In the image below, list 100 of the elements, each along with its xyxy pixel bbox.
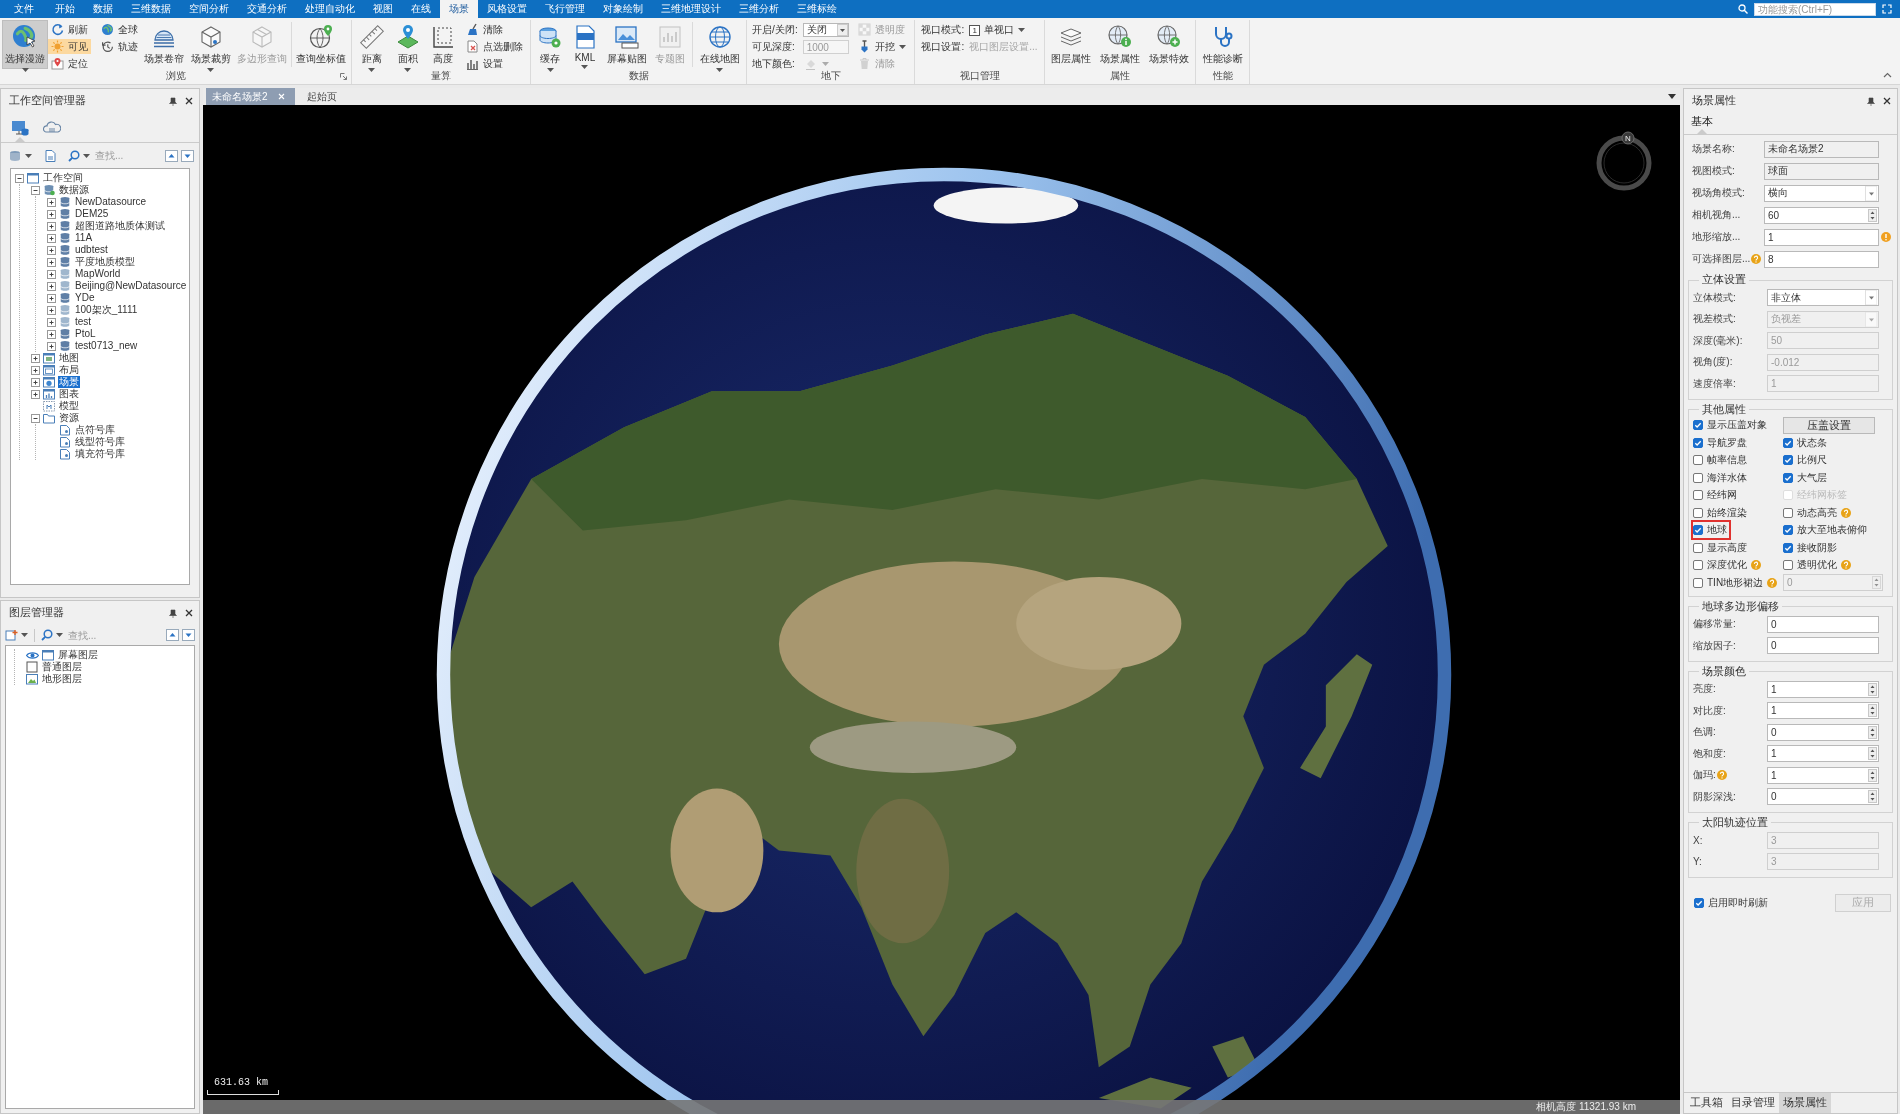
- expand-icon[interactable]: [47, 341, 56, 351]
- checkbox[interactable]: [1783, 437, 1793, 448]
- checkbox[interactable]: [1783, 507, 1793, 518]
- document-icon[interactable]: [44, 149, 56, 162]
- panel-tab[interactable]: 场景属性: [1779, 1093, 1831, 1113]
- expand-icon[interactable]: [47, 305, 56, 315]
- menu-tab[interactable]: 开始: [46, 0, 84, 18]
- ribbon-button[interactable]: 全球: [98, 22, 142, 37]
- checkbox[interactable]: [1693, 420, 1703, 431]
- checkbox[interactable]: [1783, 542, 1793, 553]
- expand-icon[interactable]: [47, 281, 56, 291]
- spinner-field[interactable]: 0: [1767, 723, 1879, 741]
- menu-tab[interactable]: 三维地理设计: [652, 0, 730, 18]
- ribbon-button[interactable]: 缓存: [534, 20, 567, 69]
- spinner-field[interactable]: 1: [1767, 702, 1879, 720]
- expand-icon[interactable]: [47, 293, 56, 303]
- dropdown-arrow-icon[interactable]: [1668, 94, 1676, 99]
- expand-icon[interactable]: [47, 269, 56, 279]
- menu-tab[interactable]: 场景: [440, 0, 478, 18]
- expand-icon[interactable]: [47, 221, 56, 231]
- dropdown-field[interactable]: 横向: [1764, 184, 1879, 202]
- text-field[interactable]: 0: [1767, 615, 1879, 633]
- square-plus-icon[interactable]: [5, 629, 18, 641]
- pin-icon[interactable]: [169, 608, 177, 618]
- tree-item[interactable]: 11A: [74, 232, 94, 244]
- spinner-field[interactable]: 1: [1767, 766, 1879, 784]
- layer-item[interactable]: 地形图层: [41, 673, 83, 685]
- tree-item[interactable]: 平度地质模型: [74, 256, 136, 268]
- checkbox[interactable]: [1693, 577, 1703, 588]
- ribbon-button[interactable]: 设置: [463, 56, 527, 71]
- tree-item[interactable]: 场景: [58, 376, 80, 388]
- ribbon-button[interactable]: 轨迹: [98, 39, 142, 54]
- checkbox[interactable]: [1783, 455, 1793, 466]
- search-field[interactable]: 功能搜索(Ctrl+F): [1754, 2, 1876, 16]
- checkbox[interactable]: [1783, 472, 1793, 483]
- move-down-icon[interactable]: [181, 149, 194, 162]
- panel-tab[interactable]: 基本: [1688, 113, 1716, 134]
- ribbon-button[interactable]: 性能诊断: [1199, 20, 1246, 69]
- expand-icon[interactable]: [47, 329, 56, 339]
- tree-item[interactable]: 填充符号库: [74, 448, 126, 460]
- checkbox[interactable]: [1693, 455, 1703, 466]
- ribbon-button[interactable]: 屏幕贴图: [603, 20, 650, 69]
- tree-item[interactable]: 数据源: [58, 184, 90, 196]
- expand-icon[interactable]: [31, 377, 40, 387]
- ribbon-button[interactable]: 刷新: [48, 22, 92, 37]
- checkbox[interactable]: [1693, 525, 1703, 536]
- ribbon-button[interactable]: 查询坐标值: [292, 20, 349, 69]
- move-up-icon[interactable]: [165, 149, 178, 162]
- eye-icon[interactable]: [26, 650, 39, 660]
- menu-tab[interactable]: 三维标绘: [788, 0, 846, 18]
- checkbox[interactable]: [1693, 472, 1703, 483]
- menu-tab[interactable]: 风格设置: [478, 0, 536, 18]
- document-tab[interactable]: 起始页: [300, 88, 343, 105]
- menu-tab[interactable]: 对象绘制: [594, 0, 652, 18]
- ribbon-button[interactable]: 定位: [48, 56, 92, 71]
- tree-item[interactable]: PtoL: [74, 328, 97, 340]
- layer-item[interactable]: 普通图层: [41, 661, 83, 673]
- tree-item[interactable]: test0713_new: [74, 340, 139, 352]
- ribbon-button[interactable]: 在线地图: [696, 20, 743, 69]
- menu-tab[interactable]: 文件: [0, 0, 46, 18]
- menu-tab[interactable]: 空间分析: [180, 0, 238, 18]
- checkbox[interactable]: [1693, 560, 1703, 571]
- collapse-ribbon-icon[interactable]: [1883, 72, 1892, 78]
- menu-tab[interactable]: 视图: [364, 0, 402, 18]
- text-field[interactable]: 球面: [1764, 162, 1879, 180]
- tree-item[interactable]: 资源: [58, 412, 80, 424]
- tree-item[interactable]: YDe: [74, 292, 96, 304]
- panel-tab[interactable]: 目录管理: [1727, 1093, 1779, 1113]
- checkbox[interactable]: [1694, 897, 1704, 908]
- tree-item[interactable]: 地图: [58, 352, 80, 364]
- ribbon-button[interactable]: 距离: [355, 20, 388, 69]
- expand-icon[interactable]: [31, 389, 40, 399]
- menu-tab[interactable]: 三维数据: [122, 0, 180, 18]
- collapse-icon[interactable]: [31, 185, 40, 195]
- ribbon-button[interactable]: 选择漫游: [2, 20, 49, 69]
- tree-item[interactable]: DEM25: [74, 208, 110, 220]
- expand-icon[interactable]: [47, 245, 56, 255]
- layer-item[interactable]: 屏幕图层: [57, 649, 99, 661]
- ribbon-button[interactable]: 高度: [427, 20, 460, 69]
- checkbox[interactable]: [1693, 507, 1703, 518]
- tree-item[interactable]: 模型: [58, 400, 80, 412]
- ribbon-button[interactable]: 面积: [391, 20, 424, 69]
- ribbon-button[interactable]: 场景卷帘: [141, 20, 188, 69]
- ribbon-button[interactable]: 开挖: [854, 39, 909, 54]
- tree-item[interactable]: test: [74, 316, 93, 328]
- pin-icon[interactable]: [169, 96, 177, 106]
- dropdown-field[interactable]: 关闭: [802, 23, 849, 37]
- viewport-mode-menu[interactable]: 1 单视口: [969, 23, 1038, 37]
- collapse-icon[interactable]: [31, 413, 40, 423]
- tree-item[interactable]: 工作空间: [42, 172, 84, 184]
- tree-item[interactable]: 点符号库: [74, 424, 116, 436]
- text-field[interactable]: 未命名场景2: [1764, 140, 1879, 158]
- collapse-icon[interactable]: [15, 173, 24, 183]
- menu-tab[interactable]: 处理自动化: [296, 0, 364, 18]
- menu-tab[interactable]: 交通分析: [238, 0, 296, 18]
- dialog-launcher-icon[interactable]: [340, 72, 347, 80]
- search-field[interactable]: 查找...: [66, 627, 132, 643]
- spinner-field[interactable]: 60: [1764, 206, 1879, 224]
- tree-item[interactable]: MapWorld: [74, 268, 122, 280]
- spinner-field[interactable]: 1: [1767, 745, 1879, 763]
